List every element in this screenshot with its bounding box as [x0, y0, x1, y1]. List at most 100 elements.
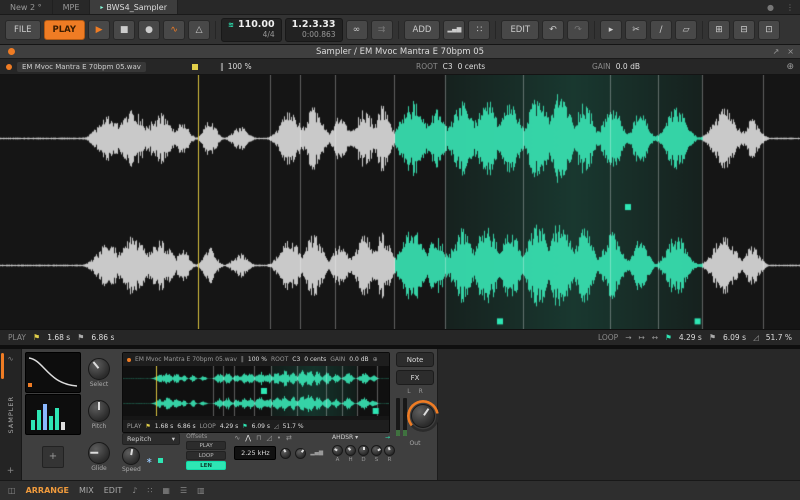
gain-value[interactable]: 0.0 dB — [616, 62, 640, 71]
undo-button[interactable]: ↶ — [542, 19, 565, 40]
freeze-icon[interactable]: ∗ — [146, 456, 153, 465]
scissors-tool-button[interactable]: ✂ — [625, 19, 648, 40]
position-display[interactable]: 1.2.3.33 0:00.863 — [284, 17, 343, 42]
crossfade-freq-display[interactable]: 2.25 kHz — [234, 446, 277, 460]
device-root-note[interactable]: C3 — [292, 356, 300, 363]
sample-waveform-display[interactable] — [0, 75, 800, 329]
device-root-cents[interactable]: 0 cents — [304, 356, 326, 363]
eraser-tool-button[interactable]: ▱ — [675, 19, 698, 40]
device-chain-empty-area[interactable] — [438, 349, 800, 480]
loop-end-value[interactable]: 6.09 s — [723, 333, 746, 342]
metronome-button[interactable]: △ — [188, 19, 211, 40]
transport-record-button[interactable]: ● — [138, 19, 161, 40]
select-knob[interactable] — [88, 357, 110, 380]
sample-file-chip[interactable]: EM Mvoc Mantra E 70bpm 05.wav — [17, 61, 146, 72]
offset-len-button[interactable]: LEN — [186, 461, 227, 470]
sample-power-dot[interactable] — [6, 63, 12, 70]
fx-page-button[interactable]: FX — [396, 370, 434, 385]
follow-playhead-button[interactable]: ⇉ — [370, 19, 393, 40]
crossfade-knob[interactable] — [280, 447, 292, 459]
object-c-button[interactable]: ⊡ — [758, 19, 781, 40]
root-cents-value[interactable]: 0 cents — [458, 62, 486, 71]
offset-play-button[interactable]: PLAY — [186, 441, 227, 450]
mod-target-handle[interactable] — [157, 457, 163, 463]
decay-knob[interactable] — [358, 445, 370, 456]
mix-view-button[interactable]: MIX — [79, 486, 94, 495]
glide-knob[interactable] — [88, 441, 110, 464]
env-route-icon[interactable]: → — [385, 434, 390, 441]
playback-mode-dropdown[interactable]: Repitch ▾ — [122, 433, 180, 445]
transport-stop-button[interactable]: ■ — [113, 19, 136, 40]
mixer-view-button[interactable]: ▂▄▆ — [443, 19, 466, 40]
loop-start-value[interactable]: 4.29 s — [679, 333, 702, 342]
transport-play-button[interactable]: ▶ — [88, 19, 111, 40]
object-b-button[interactable]: ⊟ — [733, 19, 756, 40]
knife-tool-button[interactable]: ∕ — [650, 19, 673, 40]
edit-view-button[interactable]: EDIT — [104, 486, 122, 495]
grid-view-button[interactable]: ∷ — [468, 19, 491, 40]
main-waveform-canvas[interactable] — [0, 75, 800, 329]
shape-swap-icon[interactable]: ⇄ — [286, 434, 292, 442]
redo-button[interactable]: ↷ — [567, 19, 590, 40]
project-tab-bws4-sampler[interactable]: ▸ BWS4_Sampler — [90, 0, 178, 14]
panel-layout-icon[interactable]: ◫ — [8, 486, 16, 495]
device-play-end[interactable]: 6.86 s — [177, 423, 195, 430]
play-toggle-button[interactable]: PLAY — [43, 19, 86, 40]
device-sample-display[interactable]: EM Mvoc Mantra E 70bpm 05.wav ‖ 100 % RO… — [122, 352, 390, 433]
out-knob[interactable] — [406, 400, 439, 432]
play-end-value[interactable]: 6.86 s — [91, 333, 114, 342]
note-page-button[interactable]: Note — [396, 352, 434, 367]
automation-lanes-icon[interactable]: ∷ — [147, 486, 152, 495]
automation-write-button[interactable]: ∿ — [163, 19, 186, 40]
grid-icon[interactable]: ▦ — [162, 486, 170, 495]
offset-loop-button[interactable]: LOOP — [186, 451, 227, 460]
status-dot-icon[interactable]: ● — [761, 0, 780, 14]
detach-panel-icon[interactable]: ↗ — [773, 47, 780, 56]
device-loop-end[interactable]: 6.09 s — [252, 423, 270, 430]
loop-pct-value[interactable]: 51.7 % — [766, 333, 792, 342]
attack-knob[interactable] — [332, 445, 344, 456]
add-device-button[interactable]: + — [7, 466, 15, 476]
edit-button[interactable]: EDIT — [501, 19, 540, 40]
device-loop-pct[interactable]: 51.7 % — [283, 423, 304, 430]
keytrack-bars-display[interactable] — [25, 394, 81, 435]
pointer-tool-button[interactable]: ▸ — [600, 19, 623, 40]
add-modulator-button[interactable]: + — [42, 445, 64, 468]
project-tab-mpe[interactable]: MPE — [53, 0, 91, 14]
project-tab-new2[interactable]: New 2 ° — [0, 0, 53, 14]
device-crosshair-icon[interactable]: ⊕ — [373, 356, 378, 363]
speed-knob[interactable] — [122, 447, 141, 465]
window-menu-icon[interactable]: ⋮ — [780, 0, 800, 14]
device-power-dot[interactable] — [8, 48, 15, 55]
envelope-type-dropdown[interactable]: AHDSR ▾ — [332, 434, 358, 441]
spectrum-icon[interactable]: ▂▄▆ — [310, 450, 323, 456]
zoom-value[interactable]: 100 % — [228, 62, 252, 71]
loop-in-icon[interactable]: → — [625, 333, 631, 342]
pitch-knob[interactable] — [88, 399, 110, 422]
file-button[interactable]: FILE — [5, 19, 41, 40]
device-play-start[interactable]: 1.68 s — [155, 423, 173, 430]
slope-knob[interactable] — [295, 447, 307, 459]
loop-len-icon[interactable]: ↔ — [652, 333, 658, 342]
play-start-value[interactable]: 1.68 s — [47, 333, 70, 342]
shape-square-icon[interactable]: ⊓ — [256, 434, 261, 442]
arrange-view-button[interactable]: ARRANGE — [26, 486, 69, 495]
object-a-button[interactable]: ⊞ — [708, 19, 731, 40]
play-start-marker-handle[interactable] — [192, 64, 199, 70]
list-icon[interactable]: ☰ — [180, 486, 187, 495]
root-note-value[interactable]: C3 — [443, 62, 453, 71]
tempo-display[interactable]: ≋ 110.00 4/4 — [221, 17, 282, 42]
device-loop-start[interactable]: 4.29 s — [220, 423, 238, 430]
shape-sine-icon[interactable]: ∿ — [234, 434, 240, 442]
close-panel-icon[interactable]: × — [787, 47, 794, 56]
pitch-curve-display[interactable] — [25, 352, 81, 393]
mini-waveform-canvas[interactable] — [123, 366, 389, 416]
device-zoom-value[interactable]: 100 % — [248, 356, 267, 363]
shape-saw-icon[interactable]: ◿ — [267, 434, 272, 442]
add-button[interactable]: ADD — [403, 19, 441, 40]
device-gain-value[interactable]: 0.0 dB — [349, 356, 368, 363]
device-chain-sidebar[interactable]: ∿ SAMPLER + — [0, 349, 22, 480]
hatch-icon[interactable]: ▥ — [197, 486, 205, 495]
crosshair-icon[interactable]: ⊕ — [786, 62, 794, 72]
device-sample-file[interactable]: EM Mvoc Mantra E 70bpm 05.wav — [135, 356, 237, 363]
